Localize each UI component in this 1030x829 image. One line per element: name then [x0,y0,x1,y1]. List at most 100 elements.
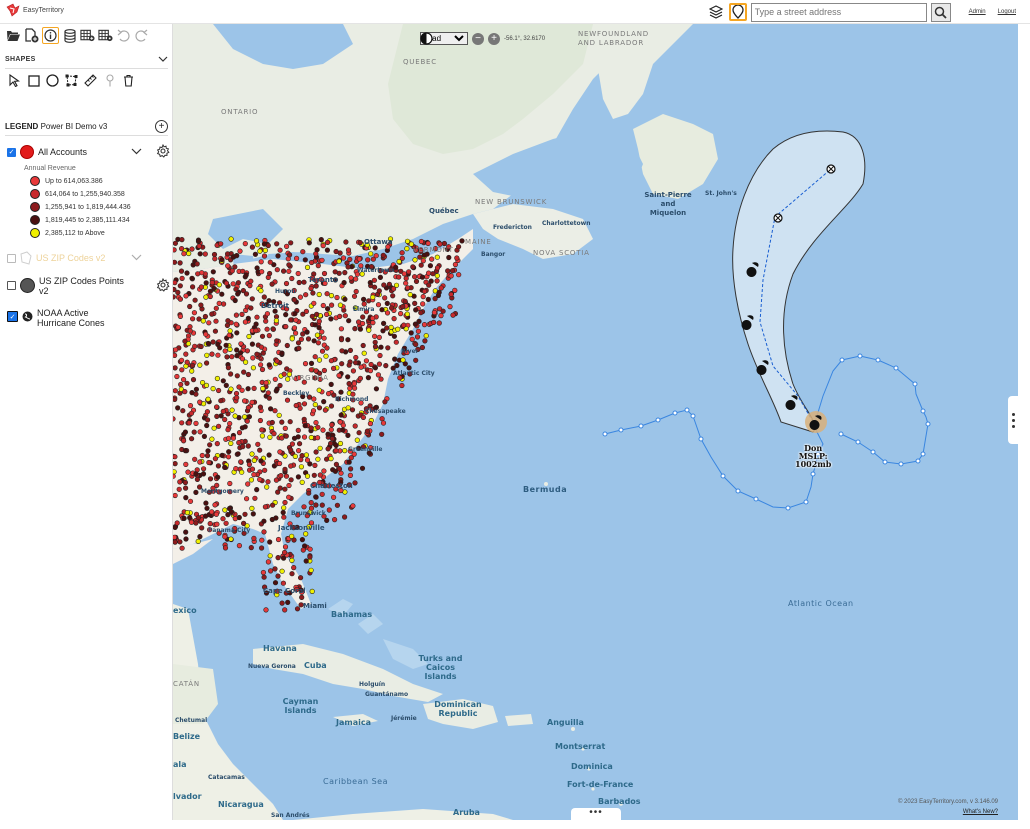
account-point[interactable] [238,341,244,347]
account-point[interactable] [257,248,263,254]
account-point[interactable] [282,499,288,506]
account-point[interactable] [418,310,424,316]
account-point[interactable] [179,237,185,243]
account-point[interactable] [303,292,309,298]
account-point[interactable] [342,313,348,319]
account-point[interactable] [258,259,264,265]
account-point[interactable] [174,520,180,526]
account-point[interactable] [215,463,222,469]
account-point[interactable] [277,247,283,253]
account-point[interactable] [336,258,342,264]
account-point[interactable] [183,351,189,357]
account-point[interactable] [401,322,407,328]
account-point[interactable] [267,434,273,440]
account-point[interactable] [195,238,202,244]
account-point[interactable] [227,480,233,487]
account-point[interactable] [409,336,415,342]
account-point[interactable] [399,255,405,261]
account-point[interactable] [292,453,298,460]
account-point[interactable] [273,318,279,324]
account-point[interactable] [300,249,306,255]
account-point[interactable] [321,335,327,341]
account-point[interactable] [396,274,402,280]
account-point[interactable] [434,278,440,284]
account-point[interactable] [173,365,178,371]
account-point[interactable] [257,404,263,410]
account-point[interactable] [195,515,202,521]
account-point[interactable] [225,263,231,269]
account-point[interactable] [201,433,208,440]
account-point[interactable] [177,479,183,485]
account-point[interactable] [211,425,217,431]
account-point[interactable] [266,362,272,368]
account-point[interactable] [274,386,280,392]
account-point[interactable] [212,456,219,462]
account-point[interactable] [351,293,358,299]
account-point[interactable] [173,539,178,545]
address-search-input[interactable] [750,2,927,22]
account-point[interactable] [348,466,354,472]
account-point[interactable] [422,288,428,295]
account-point[interactable] [371,277,377,283]
account-point[interactable] [337,302,343,308]
account-point[interactable] [225,318,231,324]
account-point[interactable] [222,507,228,513]
account-point[interactable] [212,328,219,334]
account-point[interactable] [312,322,318,328]
account-point[interactable] [282,425,288,432]
account-point[interactable] [222,545,229,551]
account-point[interactable] [269,516,275,523]
rectangle-icon[interactable] [27,74,40,87]
account-point[interactable] [320,427,326,433]
account-point[interactable] [262,467,268,473]
account-point[interactable] [259,433,265,439]
account-point[interactable] [391,316,397,322]
shapes-section-header[interactable]: SHAPES [5,56,168,63]
account-point[interactable] [254,487,260,493]
account-point[interactable] [295,448,302,454]
account-point[interactable] [269,502,276,508]
account-point[interactable] [425,296,431,303]
account-point[interactable] [434,265,441,271]
account-point[interactable] [195,538,201,545]
account-point[interactable] [311,300,317,306]
redo-icon[interactable] [134,28,149,43]
account-point[interactable] [311,396,317,402]
account-point[interactable] [264,484,270,490]
account-point[interactable] [419,274,426,280]
account-point[interactable] [199,525,205,531]
pointer-icon[interactable] [8,74,21,87]
account-point[interactable] [267,553,273,559]
account-point[interactable] [426,270,432,276]
account-point[interactable] [218,413,224,419]
account-point[interactable] [237,248,243,254]
account-point[interactable] [329,422,335,428]
account-point[interactable] [299,536,305,543]
account-point[interactable] [274,358,280,364]
account-point[interactable] [283,243,290,249]
account-point[interactable] [251,385,257,392]
account-point[interactable] [187,328,193,334]
account-point[interactable] [235,291,241,297]
account-point[interactable] [308,425,314,431]
account-point[interactable] [225,427,231,433]
account-point[interactable] [251,472,257,478]
gear-icon[interactable] [156,144,170,158]
account-point[interactable] [407,292,413,298]
account-point[interactable] [313,283,319,289]
account-point[interactable] [258,458,264,464]
account-point[interactable] [259,537,265,543]
account-point[interactable] [287,419,293,425]
account-point[interactable] [343,239,349,245]
account-point[interactable] [412,300,418,307]
account-point[interactable] [412,321,418,327]
account-point[interactable] [263,318,269,324]
account-point[interactable] [204,422,210,429]
account-point[interactable] [182,429,188,435]
account-point[interactable] [173,524,178,530]
account-point[interactable] [210,269,216,275]
account-point[interactable] [308,500,314,506]
account-point[interactable] [353,360,359,366]
account-point[interactable] [261,253,268,259]
account-point[interactable] [275,573,281,579]
